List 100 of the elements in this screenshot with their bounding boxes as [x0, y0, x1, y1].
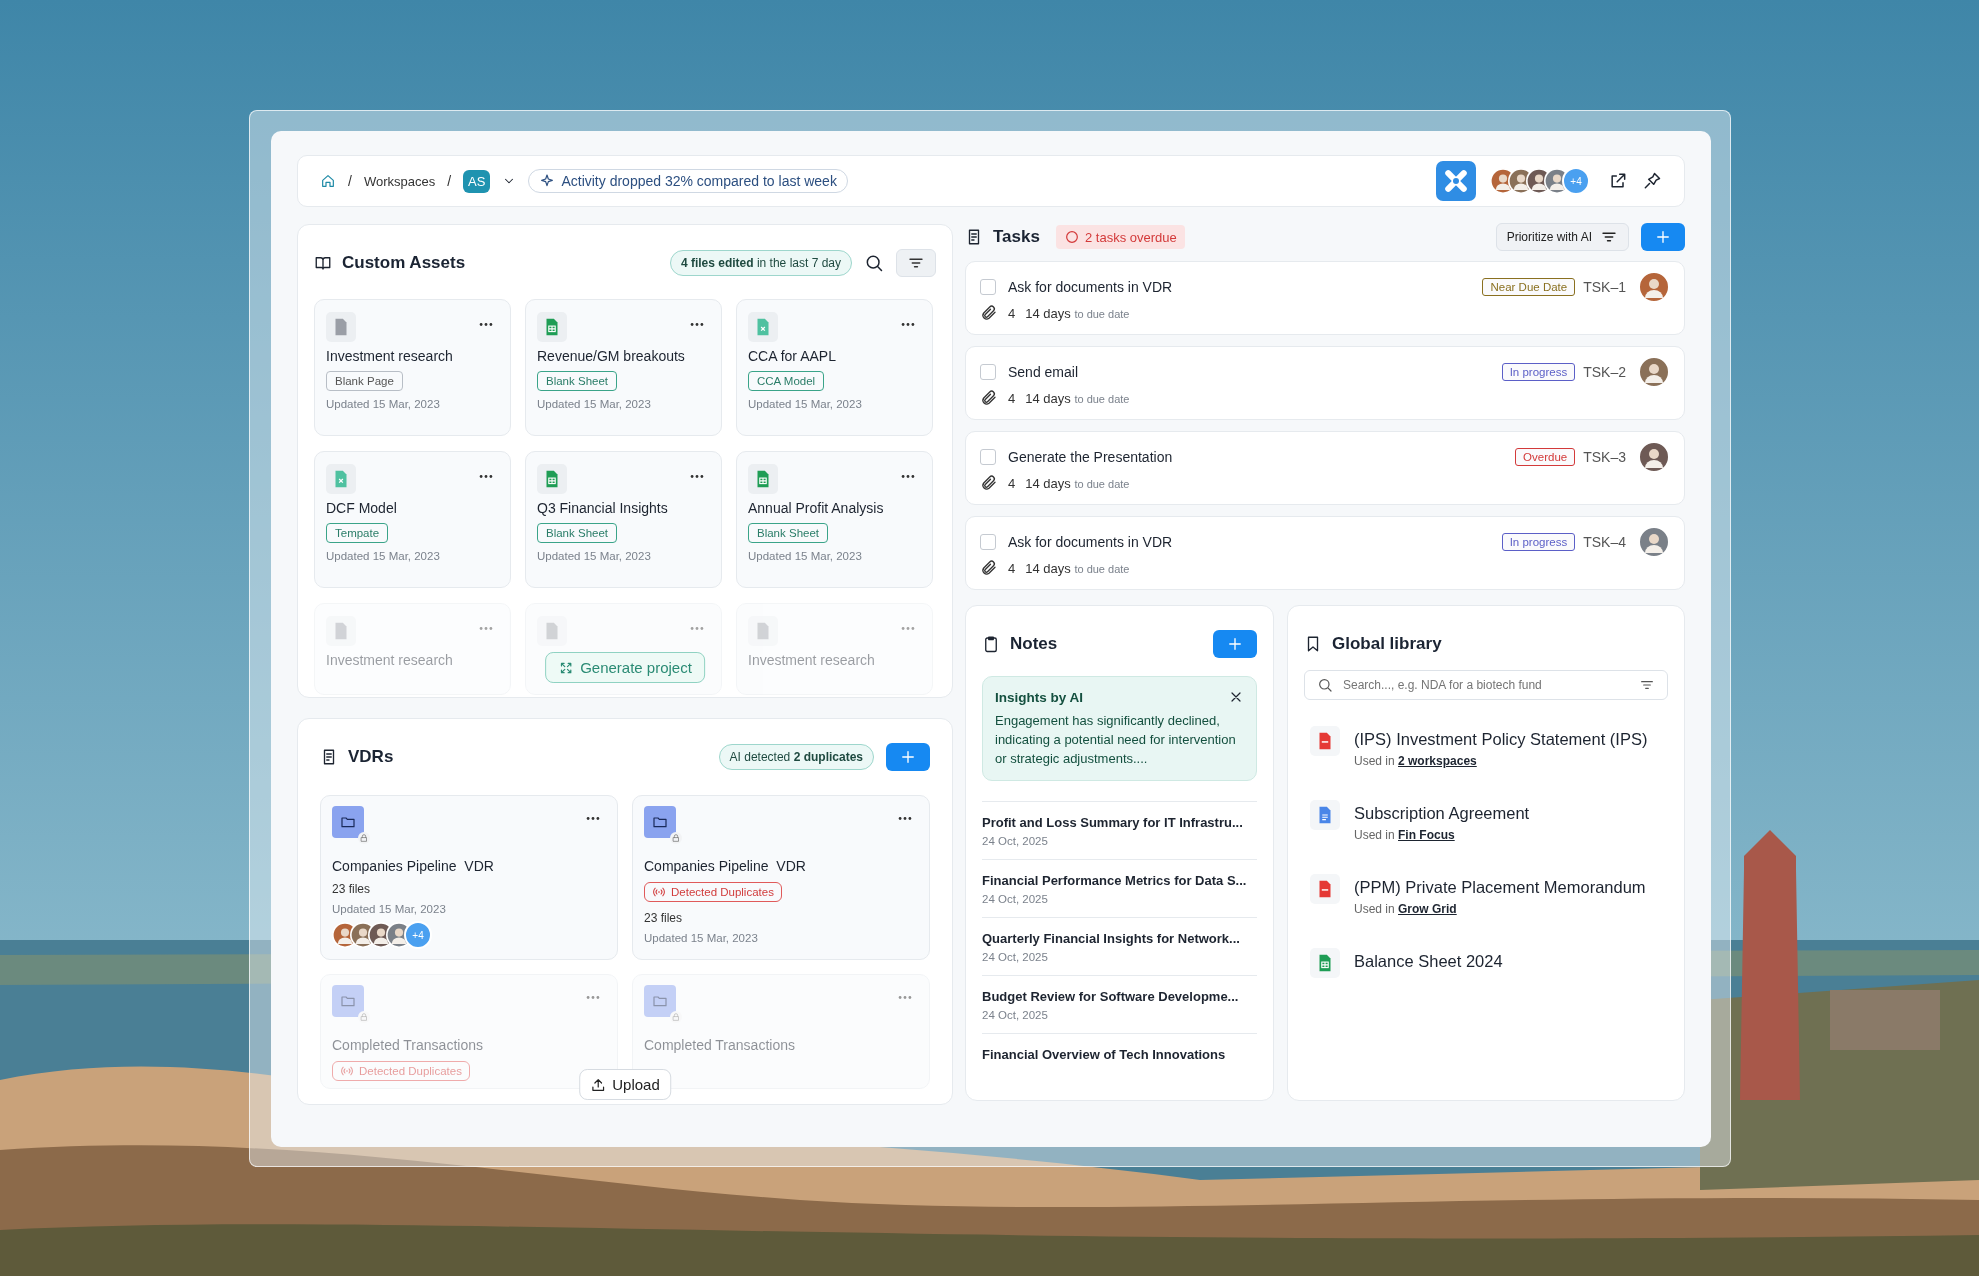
asset-card[interactable]: Revenue/GM breakouts Blank Sheet Updated 15 Mar, 2023: [525, 299, 722, 436]
asset-card[interactable]: Annual Profit Analysis Blank Sheet Updated 15 Mar, 2023: [736, 451, 933, 588]
more-icon[interactable]: [901, 474, 915, 479]
plus-icon: [1226, 635, 1244, 653]
task-card[interactable]: Ask for documents in VDR Near Due Date TSK–1 4 14 days to due date: [965, 261, 1685, 335]
clipboard-icon: [982, 635, 1000, 653]
vdr-card[interactable]: Companies Pipeline VDR 23 files Updated 15 Mar, 2023 +4: [320, 795, 618, 960]
attachment-count: 4: [1008, 560, 1016, 576]
paperclip-icon: [980, 389, 998, 407]
more-icon[interactable]: [690, 474, 704, 479]
sparkle-icon: [539, 173, 556, 189]
task-id: TSK–4: [1583, 534, 1626, 550]
breadcrumb-separator: /: [348, 173, 352, 189]
more-icon[interactable]: [586, 816, 600, 821]
add-task-button[interactable]: [1641, 223, 1685, 251]
more-icon[interactable]: [901, 322, 915, 327]
document-icon: [326, 312, 356, 342]
task-title: Send email: [1008, 364, 1080, 380]
asset-title: Investment research: [748, 652, 876, 668]
activity-text: Activity dropped 32% compared to last week: [561, 173, 837, 189]
checkbox[interactable]: [980, 449, 996, 465]
due-days: 14 days to due date: [1025, 305, 1130, 321]
spreadsheet-icon: [748, 312, 778, 342]
section-title: Tasks: [993, 227, 1040, 247]
asset-title: Investment research: [326, 652, 454, 668]
usage-link[interactable]: Grow Grid: [1398, 902, 1457, 916]
task-card[interactable]: Generate the Presentation Overdue TSK–3 4 14 days to due date: [965, 431, 1685, 505]
asset-card[interactable]: DCF Model Tempate Updated 15 Mar, 2023: [314, 451, 511, 588]
asset-tag: Blank Sheet: [537, 371, 617, 391]
more-icon[interactable]: [898, 816, 912, 821]
more-icon[interactable]: [479, 474, 493, 479]
asset-title: Annual Profit Analysis: [748, 500, 885, 516]
add-button[interactable]: [886, 743, 930, 771]
search-input[interactable]: Search..., e.g. NDA for a biotech fund: [1341, 677, 1631, 693]
duplicates-badge: Detected Duplicates: [644, 882, 782, 902]
upload-button[interactable]: Upload: [579, 1069, 671, 1100]
checkbox[interactable]: [980, 534, 996, 550]
spreadsheet-icon: [748, 464, 778, 494]
note-title[interactable]: Budget Review for Software Developme...: [982, 989, 1257, 1004]
updated-date: Updated 15 Mar, 2023: [326, 550, 441, 562]
avatar: [1638, 441, 1670, 473]
search-icon[interactable]: [864, 253, 884, 273]
attachment-count: 4: [1008, 475, 1016, 491]
insight-text: Engagement has significantly declined, indicating a potential need for intervention or strategic adjustments....: [995, 712, 1237, 768]
home-icon[interactable]: [320, 173, 336, 189]
updated-date: Updated 15 Mar, 2023: [537, 550, 652, 562]
note-title[interactable]: Profit and Loss Summary for IT Infrastru...: [982, 815, 1257, 830]
section-title: Notes: [1010, 634, 1058, 654]
section-title: Custom Assets: [342, 253, 466, 273]
external-link-icon[interactable]: [1608, 171, 1628, 191]
checkbox[interactable]: [980, 279, 996, 295]
filter-button[interactable]: [896, 249, 936, 277]
generate-project-button[interactable]: Generate project: [545, 652, 705, 683]
folder-icon: [644, 985, 682, 1023]
usage-link[interactable]: Fin Focus: [1398, 828, 1455, 842]
updated-date: Updated 15 Mar, 2023: [326, 398, 441, 410]
vdr-card[interactable]: Companies Pipeline VDR Detected Duplicates 23 files Updated 15 Mar, 2023: [632, 795, 930, 960]
task-card[interactable]: Ask for documents in VDR In progress TSK–4 4 14 days to due date: [965, 516, 1685, 590]
usage-link[interactable]: 2 workspaces: [1398, 754, 1477, 768]
logo-icon[interactable]: [1436, 161, 1476, 201]
avatar: [1638, 356, 1670, 388]
due-days: 14 days to due date: [1025, 560, 1130, 576]
note-title[interactable]: Financial Performance Metrics for Data S...: [982, 873, 1257, 888]
library-item-title[interactable]: Subscription Agreement: [1354, 804, 1530, 823]
spreadsheet-icon: [326, 464, 356, 494]
vdr-title: Completed Transactions: [332, 1037, 484, 1053]
asset-card[interactable]: CCA for AAPL CCA Model Updated 15 Mar, 2023: [736, 299, 933, 436]
note-date: 24 Oct, 2025: [982, 893, 1049, 905]
pin-icon[interactable]: [1642, 171, 1662, 191]
note-title[interactable]: Quarterly Financial Insights for Network...: [982, 931, 1257, 946]
search-field[interactable]: Search..., e.g. NDA for a biotech fund: [1304, 670, 1668, 700]
library-item-title[interactable]: (PPM) Private Placement Memorandum: [1354, 878, 1646, 897]
asset-card[interactable]: Q3 Financial Insights Blank Sheet Updated 15 Mar, 2023: [525, 451, 722, 588]
more-icon[interactable]: [690, 322, 704, 327]
asset-card[interactable]: Investment research Blank Page Updated 15 Mar, 2023: [314, 299, 511, 436]
note-title[interactable]: Financial Overview of Tech Innovations: [982, 1047, 1257, 1062]
file-count: 23 files: [644, 911, 684, 925]
paperclip-icon: [980, 304, 998, 322]
more-icon[interactable]: [479, 322, 493, 327]
breadcrumb-link[interactable]: Workspaces: [363, 173, 436, 189]
task-title: Ask for documents in VDR: [1008, 279, 1174, 295]
upload-icon: [590, 1076, 607, 1093]
asset-title: Q3 Financial Insights: [537, 500, 669, 516]
vdr-title: Companies Pipeline VDR: [644, 858, 807, 874]
pdf-icon: [1310, 726, 1340, 756]
document-icon: [537, 616, 567, 646]
prioritize-button[interactable]: Prioritize with AI: [1495, 223, 1629, 251]
checkbox[interactable]: [980, 364, 996, 380]
library-item-title[interactable]: (IPS) Investment Policy Statement (IPS): [1354, 730, 1648, 749]
add-note-button[interactable]: [1213, 630, 1257, 658]
status-tag: In progress: [1501, 363, 1576, 381]
insight-title: Insights by AI: [995, 689, 1083, 705]
task-card[interactable]: Send email In progress TSK–2 4 14 days to due date: [965, 346, 1685, 420]
note-date: 24 Oct, 2025: [982, 951, 1049, 963]
asset-tag: Blank Page: [326, 371, 403, 391]
library-item-title[interactable]: Balance Sheet 2024: [1354, 952, 1503, 971]
workspace-badge[interactable]: AS: [463, 169, 491, 193]
task-title: Generate the Presentation: [1008, 449, 1174, 465]
status-tag: In progress: [1501, 533, 1576, 551]
asset-title: Revenue/GM breakouts: [537, 348, 686, 364]
